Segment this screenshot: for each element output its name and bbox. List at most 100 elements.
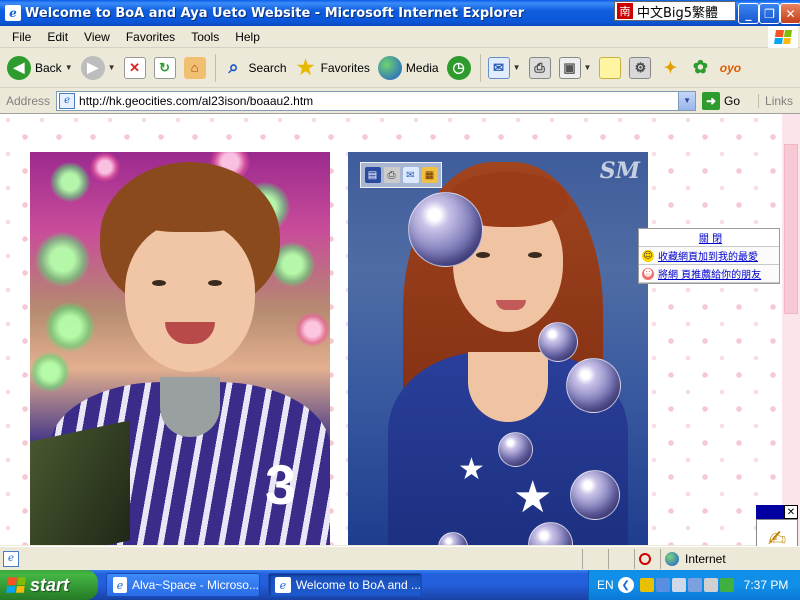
- favorites-button[interactable]: ★ Favorites: [292, 51, 373, 85]
- security-zone: Internet: [660, 548, 800, 569]
- close-button[interactable]: ✕: [780, 3, 800, 24]
- address-label: Address: [6, 93, 51, 108]
- ime-language-indicator[interactable]: 南 中文Big5繁體: [614, 1, 736, 21]
- add-to-favorites-link[interactable]: 收藏網頁加到我的最愛: [658, 248, 758, 263]
- menu-tools[interactable]: Tools: [183, 30, 227, 44]
- tray-expand-icon[interactable]: ❮: [617, 577, 634, 593]
- start-button[interactable]: start: [0, 570, 98, 600]
- clock[interactable]: 7:37 PM: [744, 578, 789, 592]
- save-image-icon[interactable]: ▤: [364, 167, 381, 183]
- media-button[interactable]: Media: [375, 51, 442, 85]
- oyo-logo-icon: oyo: [719, 60, 742, 75]
- stop-icon: ✕: [123, 56, 146, 79]
- popup-add-favorite-row[interactable]: ☺ 收藏網頁加到我的最愛: [639, 247, 779, 265]
- edit-button[interactable]: ▣ ▼: [556, 51, 595, 85]
- windows-flag-icon: [6, 577, 26, 593]
- windows-flag-icon: [768, 26, 798, 48]
- maximize-button[interactable]: ❐: [759, 3, 780, 24]
- messenger-icon: ✦: [663, 59, 678, 77]
- recommend-page-link[interactable]: 將網 頁推薦給你的朋友: [658, 266, 761, 281]
- refresh-button[interactable]: ↻: [151, 51, 179, 85]
- messenger-tray-icon[interactable]: [639, 578, 654, 592]
- forward-arrow-icon: ▶: [80, 55, 105, 80]
- research-button[interactable]: ⚙: [626, 51, 654, 85]
- toolbar-separator: [214, 53, 216, 82]
- forward-button[interactable]: ▶ ▼: [78, 51, 119, 85]
- standard-toolbar: ◀ Back ▼ ▶ ▼ ✕ ↻ ⌂ ⌕ Search ★ Favorites …: [0, 48, 800, 88]
- boa-photo: ▤ ⎙ ✉ ▦ SM ★ ★: [348, 152, 648, 545]
- back-button[interactable]: ◀ Back ▼: [4, 51, 76, 85]
- search-button[interactable]: ⌕ Search: [220, 51, 290, 85]
- refresh-icon: ↻: [153, 56, 176, 79]
- note-icon: [599, 56, 622, 79]
- forward-dropdown-icon[interactable]: ▼: [108, 63, 116, 72]
- menu-help[interactable]: Help: [227, 30, 268, 44]
- go-button[interactable]: ➜ Go: [702, 91, 740, 110]
- menu-view[interactable]: View: [76, 30, 118, 44]
- system-tray: EN ❮ 7:37 PM: [588, 570, 800, 600]
- popup-recommend-row[interactable]: ☻ 將網 頁推薦給你的朋友: [639, 265, 779, 283]
- address-url: http://hk.geocities.com/al23ison/boaau2.…: [79, 93, 314, 108]
- menu-favorites[interactable]: Favorites: [118, 30, 183, 44]
- jersey-number: 3: [265, 453, 297, 516]
- language-indicator[interactable]: EN: [597, 578, 614, 592]
- icq-button[interactable]: ✿: [686, 51, 714, 85]
- back-dropdown-icon[interactable]: ▼: [65, 63, 73, 72]
- home-icon: ⌂: [183, 56, 206, 79]
- messenger-button[interactable]: ✦: [656, 51, 684, 85]
- print-button[interactable]: ⎙: [526, 51, 554, 85]
- print-image-icon[interactable]: ⎙: [383, 167, 400, 183]
- stop-button[interactable]: ✕: [121, 51, 149, 85]
- address-dropdown-icon[interactable]: ▼: [678, 91, 696, 110]
- popup-blocked-icon[interactable]: [634, 548, 660, 569]
- ime-label: 中文Big5繁體: [637, 5, 719, 21]
- edit-dropdown-icon[interactable]: ▼: [584, 63, 592, 72]
- page-status-icon: e: [3, 550, 19, 567]
- network-tray-icon[interactable]: [655, 578, 670, 592]
- zone-label: Internet: [685, 551, 726, 566]
- status-cell: [582, 548, 608, 569]
- sync-tray-icon[interactable]: [719, 578, 734, 592]
- media-label: Media: [405, 60, 439, 75]
- my-pictures-icon[interactable]: ▦: [421, 167, 438, 183]
- vertical-scrollbar[interactable]: [782, 114, 800, 545]
- discuss-button[interactable]: [596, 51, 624, 85]
- window-titlebar[interactable]: e Welcome to BoA and Aya Ueto Website - …: [0, 0, 800, 26]
- taskbar-item-alva-space[interactable]: e Alva~Space - Microso...: [106, 573, 260, 597]
- mail-dropdown-icon[interactable]: ▼: [513, 63, 521, 72]
- taskbar: start e Alva~Space - Microso... e Welcom…: [0, 570, 800, 600]
- favorites-label: Favorites: [320, 60, 370, 75]
- menu-bar: File Edit View Favorites Tools Help: [0, 26, 800, 48]
- page-content: 3 ▤ ⎙ ✉ ▦ SM ★ ★ 關 閉 ☺ 收藏網頁加到我的最愛 ☻ 將網 頁…: [0, 114, 782, 545]
- minimize-button[interactable]: _: [738, 3, 759, 24]
- history-button[interactable]: ◷: [444, 51, 474, 85]
- status-cell: [608, 548, 634, 569]
- printer-icon: ⎙: [528, 56, 551, 79]
- edit-icon: ▣: [558, 56, 581, 79]
- star-icon: ★: [513, 472, 553, 523]
- home-button[interactable]: ⌂: [181, 51, 209, 85]
- email-image-icon[interactable]: ✉: [402, 167, 419, 183]
- taskbar-item-welcome-boa[interactable]: e Welcome to BoA and ...: [268, 573, 422, 597]
- links-toolbar[interactable]: Links: [758, 93, 793, 108]
- users-tray-icon[interactable]: [671, 578, 686, 592]
- ie-task-icon: e: [113, 577, 127, 593]
- address-input[interactable]: e http://hk.geocities.com/al23ison/boaau…: [56, 90, 697, 111]
- search-label: Search: [248, 60, 287, 75]
- ie-task-icon: e: [275, 577, 291, 593]
- icq-flower-icon: ✿: [692, 57, 708, 77]
- start-label: start: [30, 574, 70, 595]
- menu-edit[interactable]: Edit: [39, 30, 76, 44]
- monitor-tray-icon[interactable]: [703, 578, 718, 592]
- toolbar-separator: [479, 53, 481, 82]
- floating-widget-close-button[interactable]: ✕: [784, 505, 798, 519]
- popup-close-link[interactable]: 關 閉: [639, 229, 779, 247]
- status-bar: e Internet: [0, 546, 800, 570]
- oyo-button[interactable]: oyo: [716, 51, 744, 85]
- search-icon: ⌕: [228, 57, 239, 77]
- mail-button[interactable]: ✉ ▼: [485, 51, 524, 85]
- scrollbar-thumb[interactable]: [784, 144, 798, 314]
- history-icon: ◷: [446, 55, 471, 80]
- network2-tray-icon[interactable]: [687, 578, 702, 592]
- menu-file[interactable]: File: [4, 30, 39, 44]
